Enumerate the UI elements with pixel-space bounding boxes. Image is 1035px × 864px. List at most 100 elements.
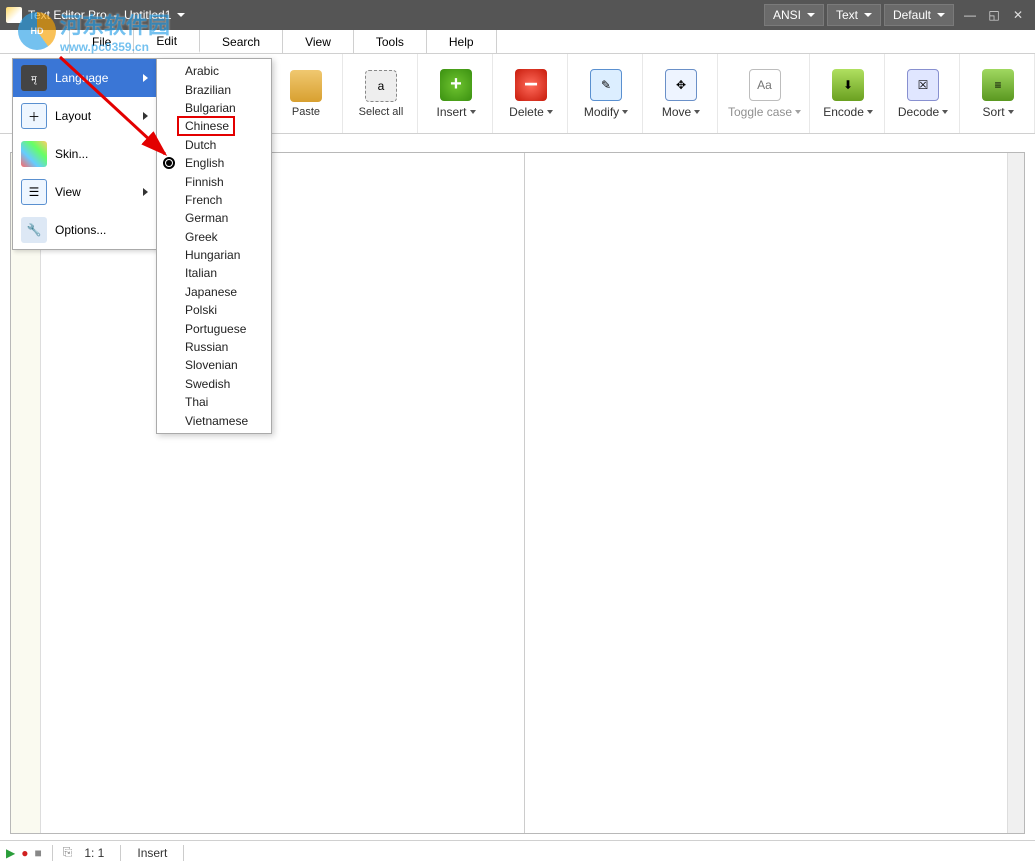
sort-icon: ≡ — [982, 69, 1014, 101]
edit-submenu: मृ Language ＋ Layout Skin... ☰ View 🔧 Op… — [12, 58, 157, 250]
language-option-japanese[interactable]: Japanese — [157, 283, 271, 301]
app-icon — [6, 7, 22, 23]
doc-nav-icon[interactable]: ⎘ — [63, 845, 73, 860]
language-label: German — [185, 211, 228, 225]
toggle-case-button[interactable]: AaToggle case — [728, 60, 801, 128]
vertical-scrollbar[interactable] — [1007, 153, 1024, 833]
submenu-skin[interactable]: Skin... — [13, 135, 156, 173]
maximize-button[interactable]: ◱ — [983, 4, 1005, 26]
menu-help[interactable]: Help — [427, 30, 497, 53]
language-option-finnish[interactable]: Finnish — [157, 172, 271, 190]
sort-button[interactable]: ≡Sort — [970, 60, 1026, 128]
paste-button[interactable]: Paste — [278, 60, 334, 128]
minus-icon: − — [515, 69, 547, 101]
submenu-view[interactable]: ☰ View — [13, 173, 156, 211]
submenu-layout[interactable]: ＋ Layout — [13, 97, 156, 135]
skin-icon — [21, 141, 47, 167]
status-bar: ▶ ● ■ ⎘ 1: 1 Insert — [0, 840, 1035, 864]
language-label: English — [185, 156, 224, 170]
language-label: Thai — [185, 395, 208, 409]
language-label: Arabic — [185, 64, 219, 78]
submenu-options[interactable]: 🔧 Options... — [13, 211, 156, 249]
language-label: Vietnamese — [185, 414, 248, 428]
profile-dropdown[interactable]: Default — [884, 4, 954, 26]
title-doc-dropdown-icon[interactable] — [177, 13, 185, 17]
submenu-language[interactable]: मृ Language — [13, 59, 156, 97]
encode-icon: ⬇ — [832, 69, 864, 101]
app-title: Text Editor Pro - Untitled1 — [28, 8, 171, 22]
menu-view[interactable]: View — [283, 30, 354, 53]
language-option-greek[interactable]: Greek — [157, 228, 271, 246]
chevron-right-icon — [143, 74, 148, 82]
language-label: Chinese — [185, 119, 229, 133]
radio-selected-icon — [163, 157, 175, 169]
language-label: Bulgarian — [185, 101, 236, 115]
menu-search[interactable]: Search — [200, 30, 283, 53]
language-option-russian[interactable]: Russian — [157, 338, 271, 356]
language-option-hungarian[interactable]: Hungarian — [157, 246, 271, 264]
language-label: Russian — [185, 340, 228, 354]
menu-bar: File Edit Search View Tools Help — [0, 30, 1035, 54]
language-option-vietnamese[interactable]: Vietnamese — [157, 411, 271, 429]
language-option-portuguese[interactable]: Portuguese — [157, 319, 271, 337]
language-option-german[interactable]: German — [157, 209, 271, 227]
language-option-english[interactable]: English — [157, 154, 271, 172]
macro-stop-icon[interactable]: ■ — [34, 846, 41, 860]
language-label: Polski — [185, 303, 217, 317]
paste-icon — [290, 70, 322, 102]
language-option-italian[interactable]: Italian — [157, 264, 271, 282]
chevron-right-icon — [143, 188, 148, 196]
language-option-polski[interactable]: Polski — [157, 301, 271, 319]
editor-pane-left[interactable] — [41, 153, 525, 833]
language-option-chinese[interactable]: Chinese — [157, 117, 271, 135]
menu-file[interactable]: File — [70, 30, 134, 53]
encoding-dropdown[interactable]: ANSI — [764, 4, 824, 26]
language-label: Dutch — [185, 138, 216, 152]
status-position: 1: 1 — [78, 846, 110, 860]
status-mode: Insert — [131, 846, 173, 860]
insert-button[interactable]: +Insert — [428, 60, 484, 128]
language-label: Hungarian — [185, 248, 240, 262]
language-icon: मृ — [21, 65, 47, 91]
language-option-brazilian[interactable]: Brazilian — [157, 80, 271, 98]
delete-button[interactable]: −Delete — [503, 60, 559, 128]
language-option-arabic[interactable]: Arabic — [157, 62, 271, 80]
language-option-french[interactable]: French — [157, 191, 271, 209]
editor-pane-right[interactable] — [525, 153, 1008, 833]
encode-button[interactable]: ⬇Encode — [820, 60, 876, 128]
language-option-swedish[interactable]: Swedish — [157, 375, 271, 393]
language-submenu: Arabic Brazilian Bulgarian Chinese Dutch Engl… — [156, 58, 272, 434]
language-label: Portuguese — [185, 322, 246, 336]
language-label: Swedish — [185, 377, 230, 391]
options-icon: 🔧 — [21, 217, 47, 243]
layout-icon: ＋ — [21, 103, 47, 129]
language-label: Finnish — [185, 175, 224, 189]
language-option-bulgarian[interactable]: Bulgarian — [157, 99, 271, 117]
minimize-button[interactable]: — — [959, 4, 981, 26]
toggle-case-icon: Aa — [749, 69, 781, 101]
macro-record-icon[interactable]: ● — [21, 846, 28, 860]
decode-button[interactable]: ☒Decode — [895, 60, 951, 128]
language-label: Slovenian — [185, 358, 238, 372]
language-label: Brazilian — [185, 83, 231, 97]
modify-button[interactable]: ✎Modify — [578, 60, 634, 128]
language-option-dutch[interactable]: Dutch — [157, 136, 271, 154]
modify-icon: ✎ — [590, 69, 622, 101]
close-button[interactable]: ✕ — [1007, 4, 1029, 26]
title-bar: Text Editor Pro - Untitled1 ANSI Text De… — [0, 0, 1035, 30]
view-icon: ☰ — [21, 179, 47, 205]
menu-tools[interactable]: Tools — [354, 30, 427, 53]
chevron-right-icon — [143, 112, 148, 120]
language-option-slovenian[interactable]: Slovenian — [157, 356, 271, 374]
language-label: French — [185, 193, 222, 207]
select-all-button[interactable]: aSelect all — [353, 60, 409, 128]
line-gutter — [11, 153, 41, 833]
menu-edit[interactable]: Edit — [134, 30, 200, 53]
language-label: Greek — [185, 230, 218, 244]
language-option-thai[interactable]: Thai — [157, 393, 271, 411]
filetype-dropdown[interactable]: Text — [827, 4, 881, 26]
plus-icon: + — [440, 69, 472, 101]
decode-icon: ☒ — [907, 69, 939, 101]
macro-play-icon[interactable]: ▶ — [6, 846, 15, 860]
move-button[interactable]: ✥Move — [653, 60, 709, 128]
